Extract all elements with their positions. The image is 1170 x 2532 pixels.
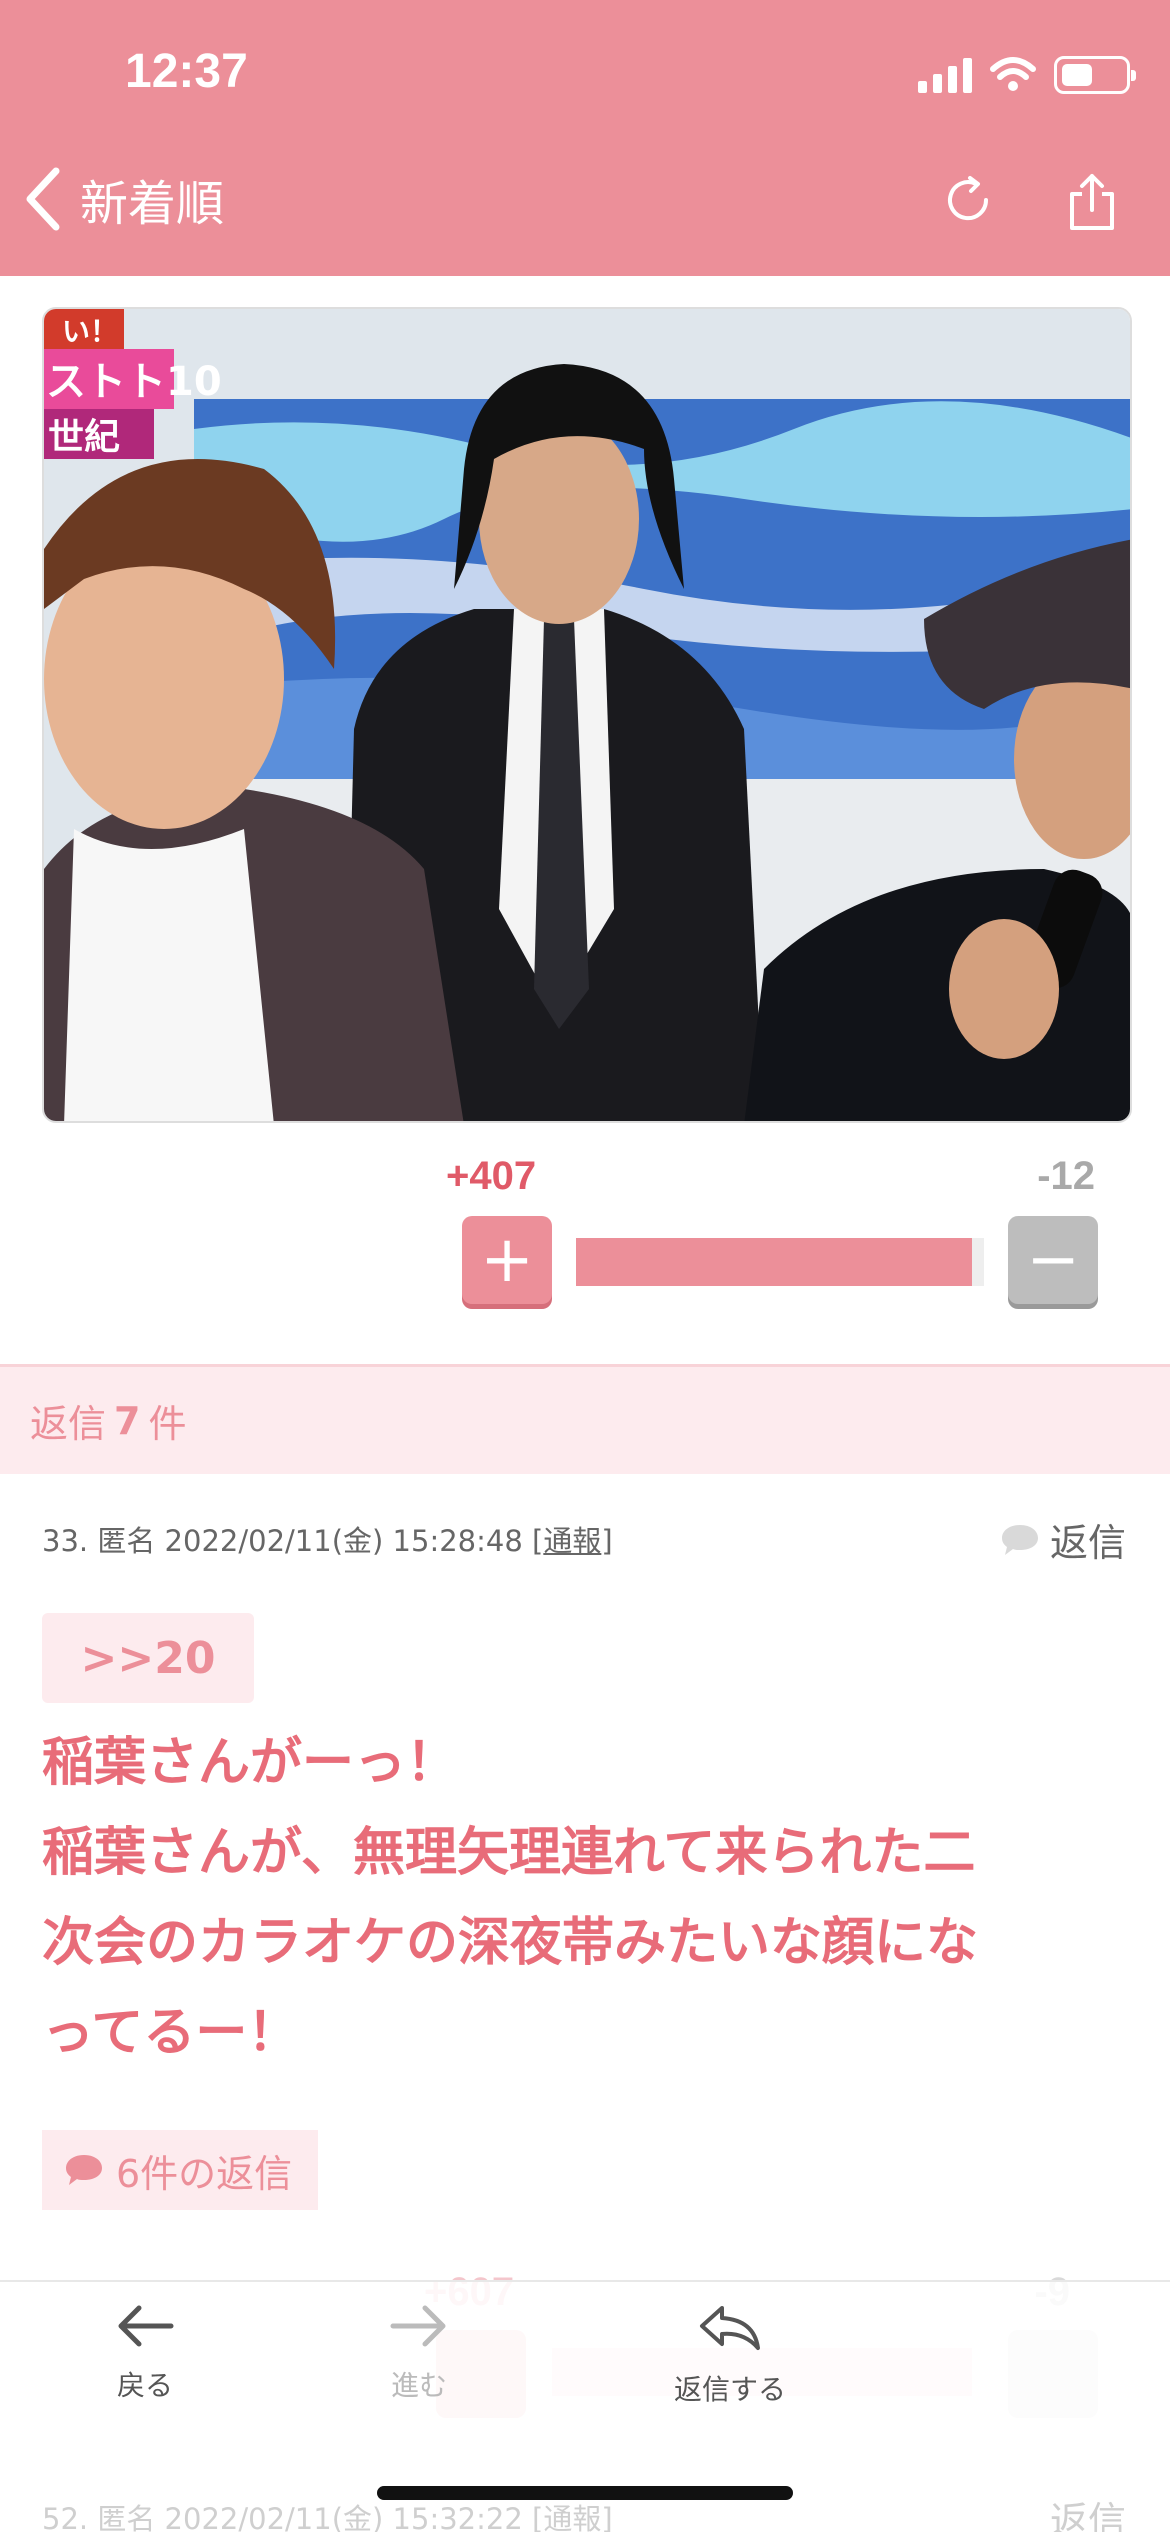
header: 12:37 新着順 bbox=[0, 0, 1170, 276]
reply-count-prefix: 返信 bbox=[30, 1402, 107, 1446]
next-post-meta: 52. 匿名 2022/02/11(金) 15:32:22 [通報] bbox=[42, 2502, 613, 2532]
back-nav-button[interactable]: 新着順 bbox=[24, 164, 224, 234]
toolbar-reply-button[interactable]: 返信する bbox=[650, 2302, 810, 2408]
tv-still-illustration: い！ ストト10 世紀 bbox=[44, 309, 1130, 1121]
plus-vote-count: +407 bbox=[446, 1154, 537, 1198]
battery-level bbox=[1062, 64, 1092, 86]
comment-meta-close: ] bbox=[601, 1524, 613, 1558]
report-link[interactable]: 通報 bbox=[543, 1524, 601, 1558]
home-indicator bbox=[377, 2486, 793, 2500]
comment-body: 稲葉さんがーっ！ 稲葉さんが、無理矢理連れて来られた二 次会のカラオケの深夜帯み… bbox=[42, 1718, 1132, 2078]
reply-count-number: 7 bbox=[114, 1398, 141, 1443]
status-time: 12:37 bbox=[125, 45, 248, 98]
toolbar-reply-label: 返信する bbox=[673, 2373, 786, 2406]
comment-reply-button[interactable]: 返信 bbox=[1000, 1512, 1126, 1567]
toolbar-back-label: 戻る bbox=[116, 2369, 173, 2402]
toolbar-forward-label: 進む bbox=[390, 2369, 447, 2402]
tv-overlay-line-3: 世紀 bbox=[48, 417, 120, 458]
nav-title: 新着順 bbox=[80, 176, 225, 232]
comment-reply-label: 返信 bbox=[1049, 1521, 1126, 1565]
comment-line: ってるー！ bbox=[42, 2003, 300, 2063]
reply-count-band: 返信 7 件 bbox=[0, 1364, 1170, 1474]
comment-line: 稲葉さんがーっ！ bbox=[42, 1733, 459, 1793]
comment-line: 次会のカラオケの深夜帯みたいな顔にな bbox=[42, 1913, 979, 1973]
refresh-icon[interactable] bbox=[940, 172, 996, 228]
view-replies-label: 6件の返信 bbox=[116, 2151, 293, 2196]
toolbar-forward-button[interactable]: 進む bbox=[364, 2302, 474, 2404]
plus-vote-button[interactable]: + bbox=[462, 1216, 552, 1304]
minus-vote-button[interactable]: − bbox=[1008, 1216, 1098, 1304]
minus-vote-count: -12 bbox=[1037, 1154, 1095, 1198]
speech-bubble-icon bbox=[1001, 1524, 1038, 1555]
reply-arrow-icon bbox=[700, 2306, 760, 2350]
cellular-signal-icon bbox=[918, 57, 972, 93]
next-post-reply[interactable]: 返信 bbox=[1050, 2490, 1126, 2532]
comment-meta: 33. 匿名 2022/02/11(金) 15:28:48 [通報] bbox=[42, 1518, 613, 1560]
arrow-right-icon bbox=[390, 2305, 446, 2347]
quote-anchor-link[interactable]: >>20 bbox=[42, 1613, 254, 1703]
status-icons bbox=[918, 56, 1136, 94]
toolbar-back-button[interactable]: 戻る bbox=[90, 2302, 200, 2404]
speech-bubble-icon bbox=[66, 2155, 102, 2185]
tv-overlay-line-2: ストト10 bbox=[46, 359, 222, 405]
vote-ratio-fill bbox=[576, 1238, 972, 1286]
reply-count-suffix: 件 bbox=[148, 1402, 187, 1446]
arrow-left-icon bbox=[118, 2305, 174, 2347]
post-image[interactable]: い！ ストト10 世紀 bbox=[42, 307, 1132, 1123]
wifi-icon bbox=[990, 57, 1036, 91]
chevron-left-icon bbox=[26, 167, 60, 231]
view-replies-button[interactable]: 6件の返信 bbox=[42, 2130, 319, 2210]
comment-line: 稲葉さんが、無理矢理連れて来られた二 bbox=[42, 1823, 976, 1883]
tv-overlay-line-1: い！ bbox=[62, 315, 118, 348]
battery-icon bbox=[1054, 56, 1136, 94]
share-icon[interactable] bbox=[1064, 172, 1120, 234]
vote-ratio-bar bbox=[576, 1238, 984, 1286]
nav-actions bbox=[940, 172, 1120, 234]
comment-meta-text: 33. 匿名 2022/02/11(金) 15:28:48 [ bbox=[42, 1524, 544, 1558]
